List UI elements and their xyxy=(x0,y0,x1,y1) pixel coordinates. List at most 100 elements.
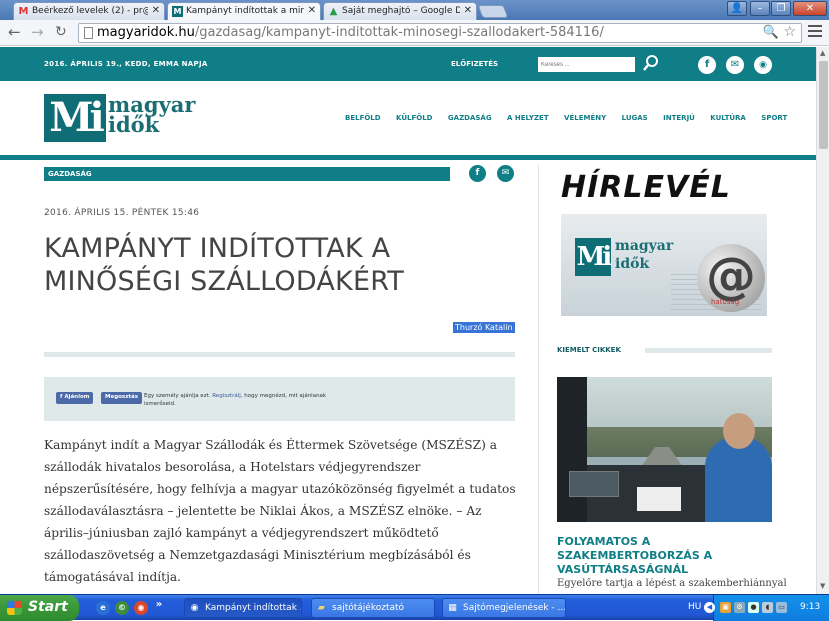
system-tray: HU ◀ ▣ ⚙ ● ◖ ▭ 9:13 xyxy=(688,595,829,621)
close-tab-icon[interactable]: ✕ xyxy=(152,5,160,16)
header-divider xyxy=(0,155,816,160)
column-separator xyxy=(538,165,539,594)
zoom-icon[interactable]: 🔍 xyxy=(763,25,779,40)
featured-divider xyxy=(645,348,772,353)
nav-kultura[interactable]: KULTÚRA xyxy=(710,114,746,122)
site-header: Mi magyar idők BELFÖLD KÜLFÖLD GAZDASÁG … xyxy=(0,81,816,155)
taskbar-spreadsheet-window[interactable]: ▦ Sajtómegjelenések - ... xyxy=(442,598,566,618)
forward-arrow-icon[interactable]: → xyxy=(31,24,44,40)
maximize-button[interactable]: ❐ xyxy=(771,1,791,16)
featured-article-photo[interactable] xyxy=(557,377,772,522)
newsletter-title: HÍRLEVÉL xyxy=(561,170,731,205)
rss-icon[interactable]: ◉ xyxy=(754,56,772,74)
section-label[interactable]: GAZDASÁG xyxy=(44,167,450,181)
scrollbar-thumb[interactable] xyxy=(819,61,828,149)
gmail-icon: M xyxy=(18,6,29,17)
search-icon[interactable] xyxy=(643,54,659,72)
tray-security-icon[interactable]: ● xyxy=(748,602,759,613)
fb-like-text: Egy személy ajánlja ezt. Regisztrálj, ho… xyxy=(144,392,344,408)
minimize-button[interactable]: – xyxy=(750,1,770,16)
start-label: Start xyxy=(28,599,68,615)
tab-label: Kampányt indítottak a minős xyxy=(186,6,304,16)
nav-interju[interactable]: INTERJÚ xyxy=(663,114,695,122)
tab-gmail[interactable]: M Beérkező levelek (2) - pr@to ✕ xyxy=(13,2,165,20)
fb-share-button[interactable]: Megosztás xyxy=(101,392,143,404)
photo-driver-head xyxy=(723,413,755,449)
photo-driver xyxy=(705,437,772,522)
close-tab-icon[interactable]: ✕ xyxy=(464,5,472,16)
photo-paper xyxy=(637,487,681,511)
featured-article-title[interactable]: FOLYAMATOS A SZAKEMBERTOBORZÁS A VASÚTTÁ… xyxy=(557,535,777,577)
taskbar-folder-window[interactable]: ▰ sajtótájékoztató xyxy=(311,598,435,618)
scroll-down-icon[interactable]: ▼ xyxy=(820,582,825,590)
site-search-input[interactable] xyxy=(538,57,635,72)
featured-heading: KIEMELT CIKKEK xyxy=(557,346,621,354)
logo-mark: Mi xyxy=(44,94,106,142)
chrome-menu-icon[interactable] xyxy=(808,25,822,40)
photo-window-frame xyxy=(557,377,587,522)
share-facebook-icon[interactable]: f xyxy=(469,165,486,182)
tab-label: Saját meghajtó – Google Driv xyxy=(342,6,460,16)
fb-like-button[interactable]: f Ajánlom xyxy=(56,392,94,404)
tab-magyaridok[interactable]: M Kampányt indítottak a minős ✕ xyxy=(167,2,321,20)
tab-google-drive[interactable]: ▲ Saját meghajtó – Google Driv ✕ xyxy=(323,2,477,20)
nav-velemeny[interactable]: VÉLEMÉNY xyxy=(564,114,606,122)
nav-belfold[interactable]: BELFÖLD xyxy=(345,114,381,122)
spreadsheet-icon: ▦ xyxy=(448,603,457,613)
subscribe-link[interactable]: ELŐFIZETÉS xyxy=(451,60,498,68)
article-date: 2016. ÁPRILIS 15. PÉNTEK 15:46 xyxy=(44,208,200,218)
tray-network-icon[interactable]: ⚙ xyxy=(734,602,745,613)
newsletter-logo-mark: Mi xyxy=(575,238,612,276)
folder-icon: ▰ xyxy=(318,603,325,613)
tray-app-icon[interactable]: ▣ xyxy=(720,602,731,613)
user-icon[interactable]: 👤 xyxy=(727,1,747,16)
back-arrow-icon[interactable]: ← xyxy=(8,24,21,40)
main-nav: BELFÖLD KÜLFÖLD GAZDASÁG A HELYZET VÉLEM… xyxy=(345,114,800,122)
nav-lugas[interactable]: LUGAS xyxy=(622,114,648,122)
page-document-icon xyxy=(84,27,93,39)
page-scrollbar[interactable]: ▲ ▼ xyxy=(816,47,829,594)
tray-display-icon[interactable]: ▭ xyxy=(776,602,787,613)
web-page: 2016. ÁPRILIS 19., KEDD, EMMA NAPJA ELŐF… xyxy=(0,47,816,594)
tray-volume-icon[interactable]: ◖ xyxy=(762,602,773,613)
share-email-icon[interactable]: ✉ xyxy=(497,165,514,182)
quicklaunch-icon[interactable]: © xyxy=(115,601,129,615)
chrome-quicklaunch-icon[interactable]: ◉ xyxy=(134,601,148,615)
language-bar-icon[interactable]: ◀ xyxy=(704,602,715,613)
close-tab-icon[interactable]: ✕ xyxy=(308,5,316,16)
taskbar-label: sajtótájékoztató xyxy=(332,603,405,613)
taskbar-label: Kampányt indítottak ... xyxy=(205,603,302,613)
url-host: magyaridok.hu xyxy=(97,25,195,40)
facebook-icon[interactable]: f xyxy=(698,56,716,74)
site-topbar: 2016. ÁPRILIS 19., KEDD, EMMA NAPJA ELŐF… xyxy=(0,47,816,81)
address-bar[interactable]: magyaridok.hu/gazdasag/kampanyt-inditott… xyxy=(78,23,802,43)
taskbar-chrome-window[interactable]: ◉ Kampányt indítottak ... xyxy=(184,598,302,618)
quicklaunch-more-icon[interactable]: » xyxy=(152,598,166,612)
fb-text-pre: Egy személy ajánlja ezt. xyxy=(144,393,211,399)
nav-kulfold[interactable]: KÜLFÖLD xyxy=(396,114,432,122)
browser-tab-strip: M Beérkező levelek (2) - pr@to ✕ M Kampá… xyxy=(0,0,829,20)
article-title: KAMPÁNYT INDÍTOTTAK A MINŐSÉGI SZÁLLODÁK… xyxy=(44,233,404,297)
email-icon[interactable]: ✉ xyxy=(726,56,744,74)
logo-word-idok: idők xyxy=(108,112,160,137)
bookmark-star-icon[interactable]: ☆ xyxy=(783,24,796,40)
reload-icon[interactable]: ↻ xyxy=(55,24,67,40)
fb-like-label: Ajánlom xyxy=(64,394,90,400)
windows-flag-icon xyxy=(7,601,22,615)
magyaridok-favicon-icon: M xyxy=(172,6,183,17)
language-indicator[interactable]: HU xyxy=(688,602,701,612)
tab-label: Beérkező levelek (2) - pr@to xyxy=(32,6,148,16)
new-tab-button[interactable] xyxy=(477,5,509,18)
nav-a-helyzet[interactable]: A HELYZET xyxy=(507,114,549,122)
url-path: /gazdasag/kampanyt-inditottak-minosegi-s… xyxy=(194,25,604,40)
google-drive-icon: ▲ xyxy=(329,6,338,17)
nav-sport[interactable]: SPORT xyxy=(761,114,787,122)
featured-article-excerpt: Egyelőre tartja a lépést a szakemberhián… xyxy=(557,578,787,589)
close-window-button[interactable]: ✕ xyxy=(793,1,827,16)
nav-gazdasag[interactable]: GAZDASÁG xyxy=(448,114,492,122)
newsletter-banner[interactable]: HÍRLEVÉL Mi magyar idők @ hatóság xyxy=(561,166,767,316)
internet-explorer-icon[interactable]: e xyxy=(96,601,110,615)
fb-register-link[interactable]: Regisztrálj xyxy=(212,393,241,399)
scroll-up-icon[interactable]: ▲ xyxy=(820,49,825,57)
start-button[interactable]: Start xyxy=(0,595,79,621)
